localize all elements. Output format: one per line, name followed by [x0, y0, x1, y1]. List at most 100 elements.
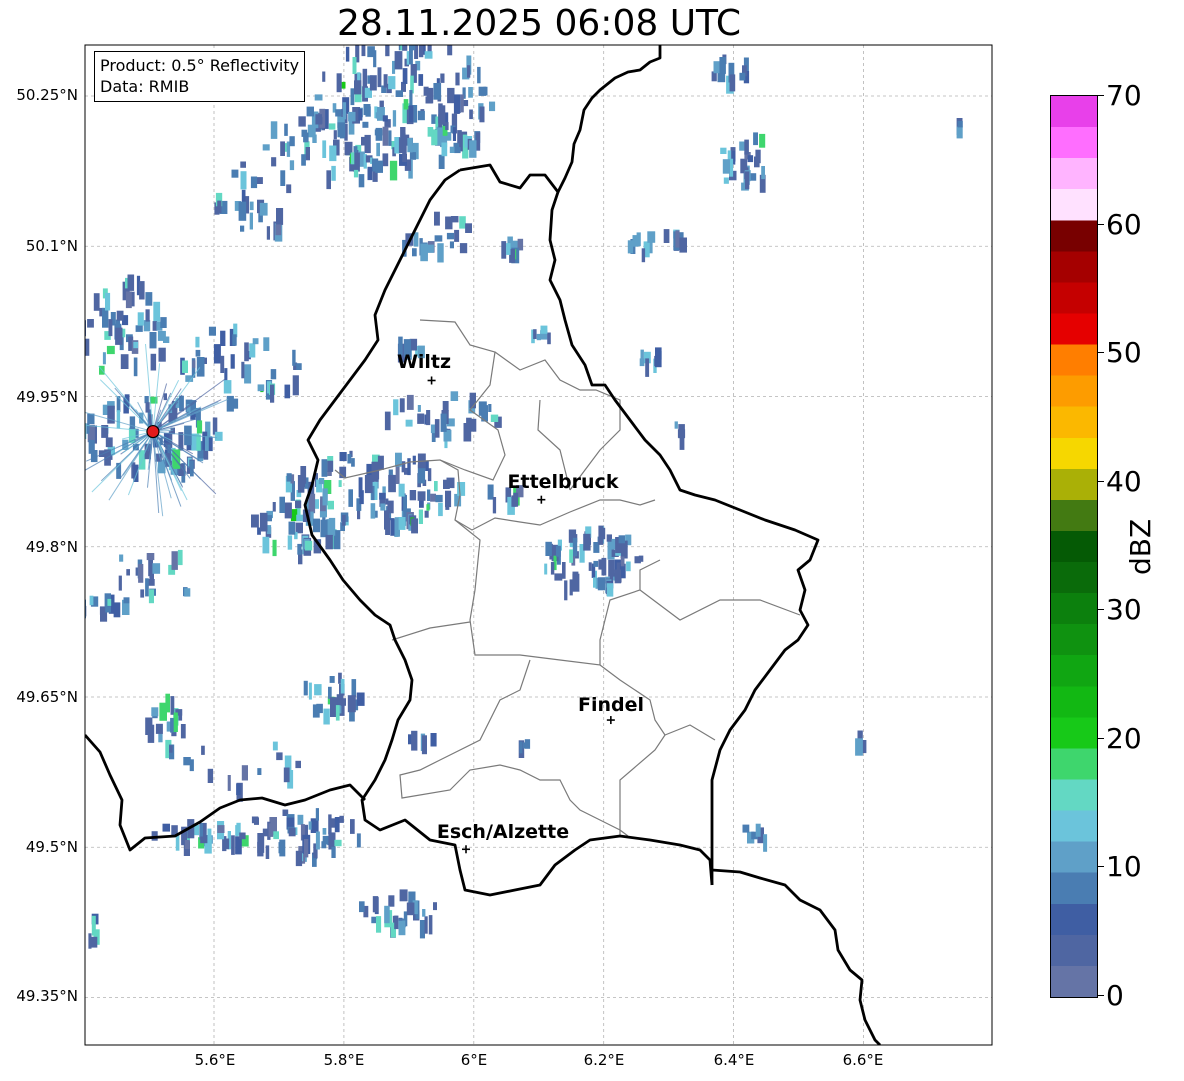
echo-cell	[418, 74, 424, 86]
echo-cell	[446, 232, 455, 240]
echo-cell	[385, 518, 390, 535]
echo-cell	[402, 45, 408, 51]
echo-cell	[632, 235, 639, 247]
echo-cell	[855, 738, 863, 756]
echo-cell	[606, 583, 614, 597]
echo-cell	[389, 160, 398, 181]
echo-cell	[663, 229, 670, 243]
echo-cell	[231, 835, 235, 855]
echo-cell	[593, 577, 597, 588]
echo-cell	[322, 71, 326, 82]
echo-cell	[956, 126, 963, 139]
echo-cell	[106, 345, 115, 355]
echo-cell	[379, 492, 386, 500]
colorbar-tickmark	[1097, 738, 1104, 739]
echo-cell	[412, 248, 417, 257]
echo-cell	[304, 540, 313, 551]
echo-cell	[91, 915, 96, 936]
echo-cell	[359, 490, 364, 505]
echo-cell	[240, 161, 246, 168]
echo-cell	[194, 825, 199, 836]
echo-cell	[489, 101, 496, 112]
echo-cell	[262, 536, 270, 554]
echo-cell	[279, 839, 286, 857]
echo-cell	[177, 549, 183, 566]
echo-cell	[407, 458, 411, 476]
echo-cell	[342, 102, 347, 120]
echo-cell	[251, 514, 259, 528]
echo-cell	[445, 122, 449, 131]
echo-cell	[419, 920, 425, 939]
echo-cell	[348, 489, 353, 507]
echo-cell	[325, 534, 333, 550]
echo-cell	[424, 916, 428, 934]
echo-cell	[469, 140, 477, 158]
echo-cell	[402, 132, 406, 151]
echo-cell	[170, 696, 175, 715]
echo-cell	[153, 301, 161, 322]
echo-cell	[239, 832, 246, 840]
echo-cell	[318, 478, 325, 485]
echo-cell	[388, 130, 392, 146]
echo-cell	[601, 557, 607, 576]
echo-cell	[244, 364, 252, 384]
data-source-label: Data: RMIB	[100, 77, 190, 96]
echo-cell	[295, 500, 302, 509]
echo-cell	[280, 141, 285, 156]
echo-cell	[250, 176, 258, 189]
echo-cell	[288, 827, 296, 837]
echo-cell	[288, 521, 296, 535]
echo-cell	[223, 380, 232, 394]
echo-cell	[321, 459, 328, 477]
echo-cell	[371, 916, 377, 924]
echo-cell	[382, 115, 388, 122]
echo-cell	[655, 347, 662, 368]
echo-cell	[394, 51, 403, 70]
echo-cell	[80, 597, 84, 615]
echo-cell	[409, 490, 417, 501]
echo-cell	[426, 504, 430, 511]
echo-cell	[54, 320, 61, 331]
echo-cell	[434, 211, 440, 226]
echo-cell	[754, 156, 760, 168]
echo-cell	[338, 480, 342, 487]
echo-cell	[76, 600, 80, 611]
echo-cell	[241, 765, 248, 781]
echo-cell	[340, 678, 345, 694]
echo-cell	[399, 398, 405, 413]
echo-cell	[467, 65, 471, 78]
echo-cell	[445, 490, 452, 508]
colorbar-tick-label: 40	[1106, 465, 1142, 498]
echo-cell	[374, 129, 383, 136]
echo-cell	[273, 831, 279, 840]
echo-cell	[286, 473, 292, 482]
echo-cell	[719, 57, 726, 74]
echo-cell	[116, 410, 121, 429]
echo-cell	[430, 733, 437, 747]
echo-cell	[81, 318, 84, 326]
echo-cell	[395, 464, 400, 484]
echo-cell	[305, 147, 310, 161]
echo-cell	[207, 828, 212, 848]
echo-cell	[322, 488, 328, 506]
echo-cell	[755, 823, 761, 837]
echo-cell	[376, 916, 382, 933]
echo-cell	[67, 352, 71, 365]
echo-cell	[226, 395, 234, 412]
echo-cell	[165, 693, 170, 713]
echo-cell	[65, 320, 70, 334]
echo-cell	[350, 819, 355, 834]
echo-cell	[297, 543, 302, 555]
echo-cell	[438, 114, 442, 128]
echo-cell	[213, 344, 221, 364]
colorbar-tick-label: 10	[1106, 850, 1142, 883]
colorbar-tick-label: 0	[1106, 979, 1124, 1012]
echo-cell	[377, 455, 384, 470]
echo-cell	[107, 598, 112, 606]
echo-cell	[417, 405, 421, 412]
echo-cell	[334, 817, 340, 833]
echo-cell	[126, 569, 130, 576]
echo-cell	[729, 74, 736, 92]
echo-cell	[289, 160, 295, 171]
echo-cell	[145, 717, 153, 735]
